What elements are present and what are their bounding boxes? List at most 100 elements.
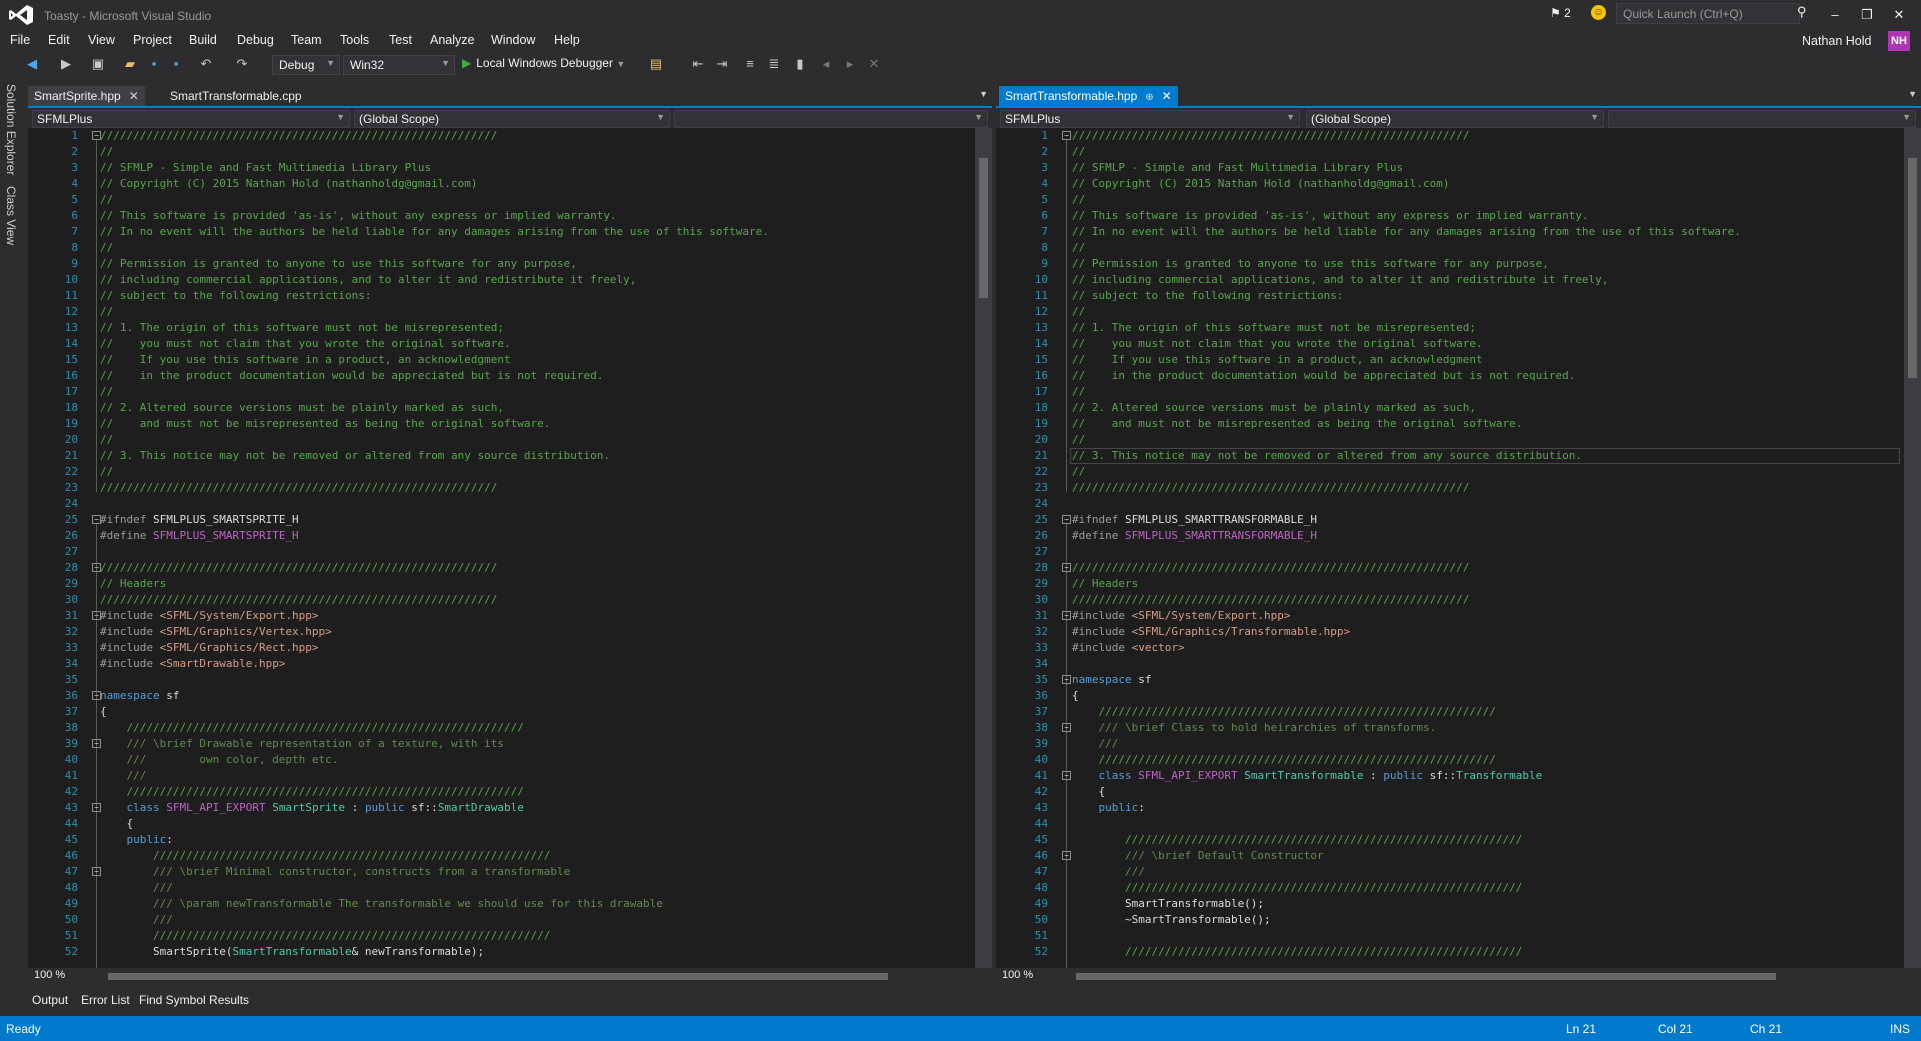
close-icon[interactable]: ✕ (1162, 89, 1172, 103)
undo-icon[interactable]: ↶ (198, 56, 214, 72)
start-debugging-button[interactable]: ▶ Local Windows Debugger ▼ (462, 56, 625, 70)
line-number: 11 (64, 289, 78, 302)
line-number: 49 (64, 897, 78, 910)
user-avatar[interactable]: NH (1888, 31, 1910, 51)
outdent-icon[interactable]: ⇥ (714, 56, 730, 72)
chevron-down-icon[interactable]: ▼ (979, 89, 988, 99)
comment-lines-icon[interactable]: ≡ (742, 56, 758, 72)
scroll-thumb[interactable] (1908, 158, 1917, 378)
project-dropdown[interactable]: SFMLPlus ▼ (1000, 110, 1300, 128)
code-token: // If you use this software in a product… (100, 353, 511, 366)
quick-launch-input[interactable]: Quick Launch (Ctrl+Q) (1616, 3, 1800, 24)
send-feedback-icon[interactable]: ☺ (1591, 5, 1606, 20)
find-in-files-icon[interactable]: ▤ (648, 56, 664, 72)
status-insert-mode[interactable]: INS (1890, 1022, 1910, 1036)
menu-test[interactable]: Test (389, 33, 412, 47)
search-icon[interactable]: ⚲ (1797, 4, 1807, 20)
pin-icon[interactable]: ⊕ (1145, 92, 1153, 103)
code-token: namespace (100, 689, 160, 702)
project-dropdown[interactable]: SFMLPlus ▼ (32, 110, 350, 128)
member-dropdown[interactable]: ▼ (674, 110, 988, 128)
collapse-outline-icon[interactable]: − (1062, 611, 1071, 620)
save-icon[interactable]: ▪ (146, 56, 162, 72)
code-line: 16 // in the product documentation would … (28, 368, 992, 384)
uncomment-lines-icon[interactable]: ≣ (766, 56, 782, 72)
collapse-outline-icon[interactable]: − (1062, 851, 1071, 860)
collapse-outline-icon[interactable]: − (1062, 563, 1071, 572)
close-icon[interactable]: ✕ (129, 89, 139, 103)
code-text: #ifndef SFMLPLUS_SMARTSPRITE_H (100, 512, 299, 528)
new-project-icon[interactable]: ▣ (90, 56, 106, 72)
tab-find-symbol-results[interactable]: Find Symbol Results (139, 993, 249, 1007)
line-number: 51 (1034, 929, 1048, 942)
tab-smartsprite-hpp[interactable]: SmartSprite.hpp ✕ (28, 86, 145, 106)
scope-dropdown[interactable]: (Global Scope) ▼ (354, 110, 670, 128)
scope-value: (Global Scope) (1311, 112, 1392, 126)
chevron-down-icon: ▼ (441, 58, 450, 68)
menu-edit[interactable]: Edit (48, 33, 70, 47)
tab-smarttransformable-hpp[interactable]: SmartTransformable.hpp ⊕ ✕ (999, 86, 1178, 106)
scroll-thumb[interactable] (979, 158, 988, 298)
navigate-back-icon[interactable]: ◀ (24, 56, 40, 72)
clear-bookmarks-icon[interactable]: ✕ (866, 56, 882, 72)
solution-explorer-tab[interactable]: Solution Explorer (4, 84, 18, 175)
user-account-name[interactable]: Nathan Hold (1802, 34, 1872, 48)
menu-project[interactable]: Project (133, 33, 172, 47)
window-title: Toasty - Microsoft Visual Studio (44, 9, 212, 23)
zoom-level[interactable]: 100 % (1002, 969, 1033, 981)
navigation-bar: SFMLPlus ▼ (Global Scope) ▼ ▼ (996, 106, 1921, 128)
code-text: // subject to the following restrictions… (1072, 288, 1344, 304)
open-file-icon[interactable]: ▰ (122, 56, 138, 72)
code-token: // you must not claim that you wrote the… (100, 337, 511, 350)
code-text: ////////////////////////////////////////… (100, 928, 550, 944)
minimize-button[interactable]: – (1820, 4, 1850, 26)
menu-analyze[interactable]: Analyze (430, 33, 474, 47)
navigate-forward-icon[interactable]: ▶ (58, 56, 74, 72)
menu-file[interactable]: File (10, 33, 30, 47)
code-token: // (100, 193, 114, 206)
zoom-level[interactable]: 100 % (34, 969, 65, 981)
code-text: #include <SFML/System/Export.hpp> (1072, 608, 1291, 624)
restore-button[interactable]: ❐ (1852, 4, 1882, 26)
class-view-tab[interactable]: Class View (4, 186, 18, 245)
code-editor[interactable]: 1−//////////////////////////////////////… (28, 128, 992, 968)
collapse-outline-icon[interactable]: − (1062, 675, 1071, 684)
menu-help[interactable]: Help (554, 33, 580, 47)
tab-output[interactable]: Output (32, 993, 68, 1007)
code-editor[interactable]: 1−//////////////////////////////////////… (996, 128, 1921, 968)
horizontal-scroll-thumb[interactable] (1076, 973, 1776, 980)
notifications-flag[interactable]: ⚑ 2 (1550, 6, 1571, 20)
collapse-outline-icon[interactable]: − (1062, 515, 1071, 524)
solution-configuration-dropdown[interactable]: Debug ▼ (272, 55, 340, 75)
bookmark-icon[interactable]: ▮ (792, 56, 808, 72)
next-bookmark-icon[interactable]: ▸ (842, 56, 858, 72)
redo-icon[interactable]: ↷ (234, 56, 250, 72)
collapse-outline-icon[interactable]: − (1062, 131, 1071, 140)
vertical-scrollbar[interactable] (1904, 128, 1921, 968)
menu-debug[interactable]: Debug (237, 33, 274, 47)
horizontal-scroll-thumb[interactable] (108, 973, 888, 980)
line-number: 14 (1034, 337, 1048, 350)
vertical-scrollbar[interactable] (975, 128, 992, 968)
save-all-icon[interactable]: ▪ (168, 56, 184, 72)
collapse-outline-icon[interactable]: − (1062, 771, 1071, 780)
chevron-down-icon[interactable]: ▼ (1908, 89, 1917, 99)
menu-build[interactable]: Build (189, 33, 217, 47)
solution-platform-dropdown[interactable]: Win32 ▼ (343, 55, 455, 75)
member-dropdown[interactable]: ▼ (1608, 110, 1916, 128)
status-line: Ln 21 (1566, 1022, 1597, 1036)
tab-smarttransformable-cpp[interactable]: SmartTransformable.cpp (164, 86, 308, 106)
menu-view[interactable]: View (88, 33, 115, 47)
scope-dropdown[interactable]: (Global Scope) ▼ (1306, 110, 1604, 128)
code-line: 36 { (996, 688, 1921, 704)
tab-error-list[interactable]: Error List (81, 993, 130, 1007)
previous-bookmark-icon[interactable]: ◂ (818, 56, 834, 72)
menu-team[interactable]: Team (291, 33, 322, 47)
toggle-breakpoint-icon[interactable]: ⇤ (690, 56, 706, 72)
collapse-outline-icon[interactable]: − (1062, 723, 1071, 732)
close-window-button[interactable]: ✕ (1884, 4, 1914, 26)
menu-tools[interactable]: Tools (340, 33, 369, 47)
line-number: 40 (64, 753, 78, 766)
menu-window[interactable]: Window (491, 33, 535, 47)
code-line: 40 /// own color, depth etc. (28, 752, 992, 768)
